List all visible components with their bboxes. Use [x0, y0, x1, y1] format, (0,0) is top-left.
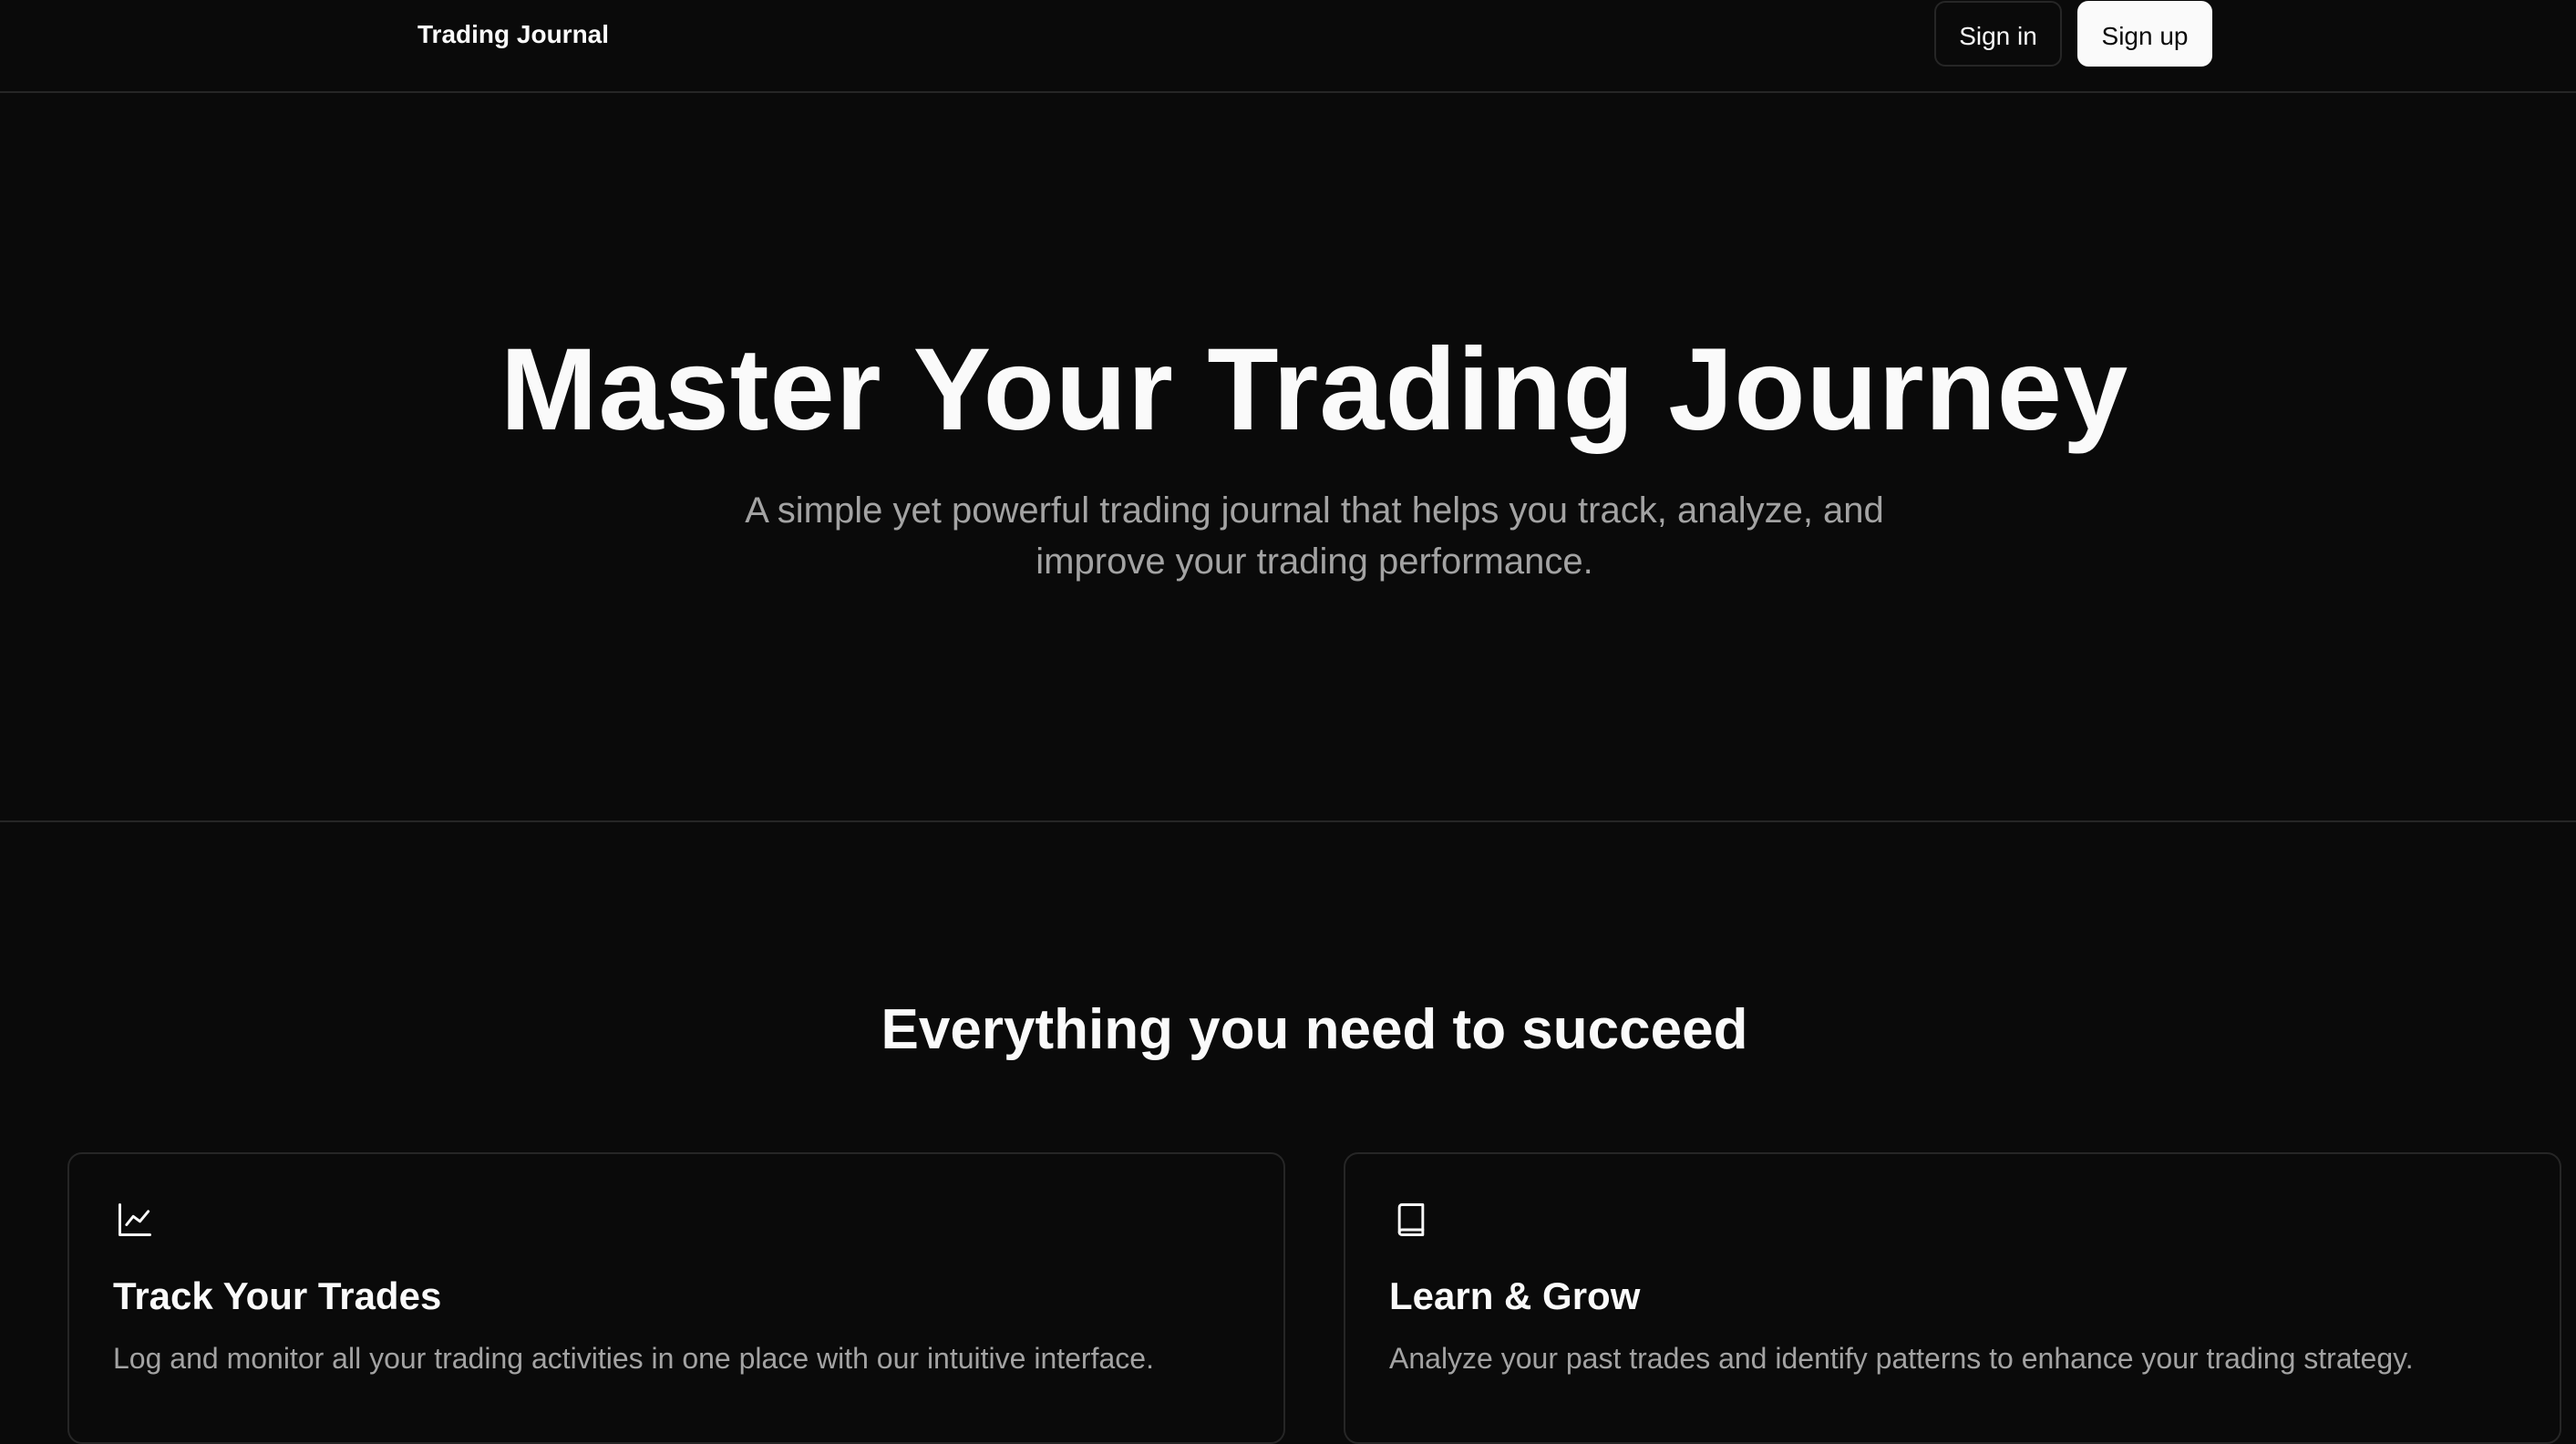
feature-card-learn-grow: Learn & Grow Analyze your past trades an…: [1344, 1152, 2561, 1444]
features-heading: Everything you need to succeed: [881, 998, 1748, 1061]
feature-card-description: Analyze your past trades and identify pa…: [1389, 1342, 2414, 1375]
hero-section: Master Your Trading Journey A simple yet…: [0, 93, 2576, 822]
hero-title: Master Your Trading Journey: [500, 325, 2129, 455]
feature-card-track-trades: Track Your Trades Log and monitor all yo…: [67, 1152, 1285, 1444]
line-chart-icon: [115, 1200, 155, 1240]
sign-in-button[interactable]: Sign in: [1934, 1, 2062, 67]
feature-card-title: Track Your Trades: [113, 1274, 442, 1317]
feature-card-title: Learn & Grow: [1389, 1274, 1641, 1317]
brand-logo-text[interactable]: Trading Journal: [417, 18, 609, 51]
hero-subtitle: A simple yet powerful trading journal th…: [745, 490, 1884, 582]
book-icon: [1391, 1200, 1431, 1240]
site-header: Trading Journal Sign in Sign up: [0, 0, 2576, 93]
sign-up-button[interactable]: Sign up: [2077, 1, 2212, 67]
feature-card-description: Log and monitor all your trading activit…: [113, 1342, 1154, 1375]
